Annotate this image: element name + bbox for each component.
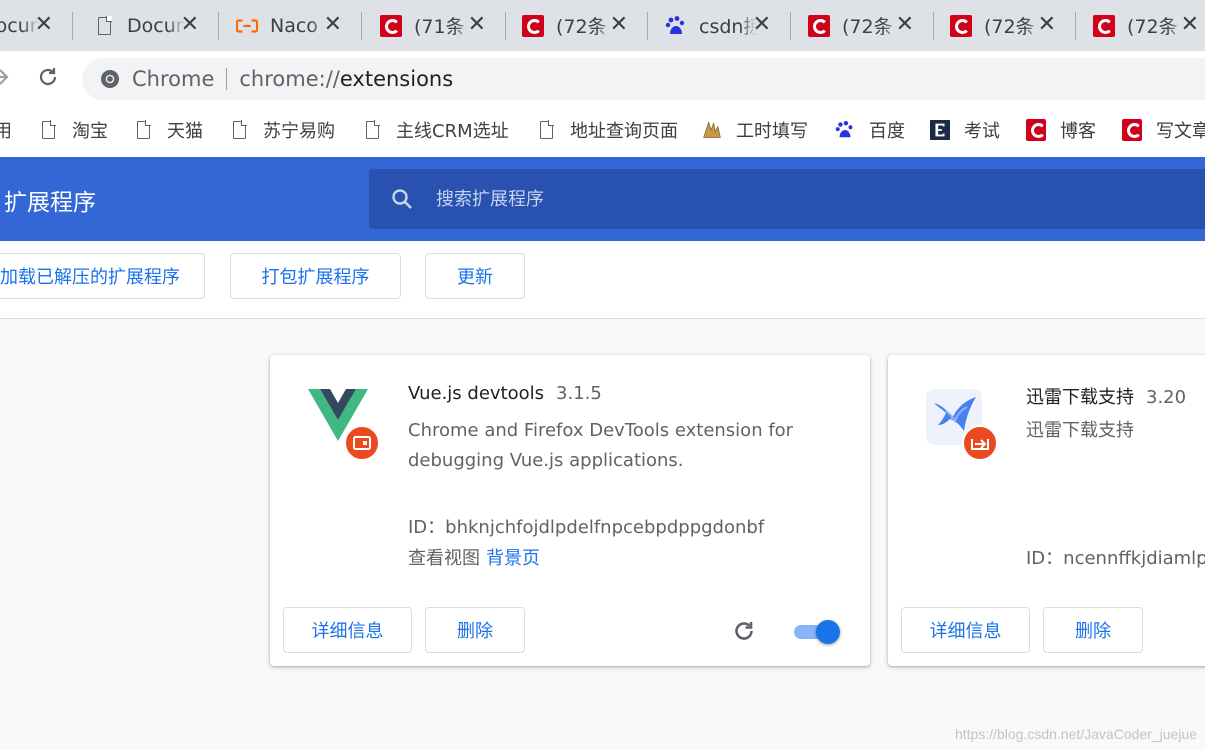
csdn-icon xyxy=(1093,14,1115,37)
tab-title: (72条 xyxy=(842,16,893,38)
document-icon xyxy=(38,119,58,141)
close-icon[interactable]: ✕ xyxy=(1181,13,1199,37)
extension-description: 迅雷下载支持 xyxy=(1026,420,1134,441)
watermark-text: https://blog.csdn.net/JavaCoder_juejue xyxy=(954,726,1197,742)
bookmarks-bar: 用 淘宝 天猫 苏宁易购 主线CRM选址 地址查询页面 工时填写 百度 考试 xyxy=(0,107,1205,158)
tab-title: (72条 xyxy=(984,16,1035,38)
extension-card: Vue.js devtools 3.1.5 Chrome and Firefox … xyxy=(270,355,870,666)
csdn-icon xyxy=(380,14,402,37)
bookmark-item[interactable]: 百度 xyxy=(835,107,905,153)
close-icon[interactable]: ✕ xyxy=(468,13,486,37)
tab-title: (72条 xyxy=(1127,16,1178,38)
enable-toggle[interactable] xyxy=(794,619,840,644)
browser-tab[interactable]: (72条 ✕ xyxy=(506,0,648,51)
extension-name: 迅雷下载支持 3.20 xyxy=(1026,387,1187,408)
details-button[interactable]: 详细信息 xyxy=(901,607,1030,653)
page-scheme-label: Chrome xyxy=(132,67,215,91)
extension-description: Chrome and Firefox DevTools extension fo… xyxy=(408,420,794,471)
tab-title: Docum xyxy=(0,14,39,37)
exam-icon xyxy=(930,119,950,141)
csdn-icon xyxy=(808,14,830,37)
remove-button[interactable]: 删除 xyxy=(1043,607,1143,653)
bookmark-item[interactable]: 主线CRM选址 xyxy=(362,107,509,153)
search-icon xyxy=(392,189,412,209)
close-icon[interactable]: ✕ xyxy=(35,13,53,37)
bookmark-item[interactable]: 苏宁易购 xyxy=(229,107,335,153)
browser-tab[interactable]: csdn掠 ✕ xyxy=(649,0,791,51)
bookmark-item[interactable]: 地址查询页面 xyxy=(536,107,678,153)
document-icon xyxy=(133,119,153,141)
browser-toolbar: Chrome chrome://extensions xyxy=(0,51,1205,107)
tab-strip: Docum ✕ Docum ✕ Naco ✕ (71条 ✕ (72条 ✕ csd… xyxy=(0,0,1205,51)
aliyun-icon xyxy=(236,15,258,37)
bookmark-item[interactable]: 写文章 xyxy=(1122,107,1205,153)
csdn-icon xyxy=(1026,119,1046,141)
tab-title: Docum xyxy=(127,14,185,37)
extension-id: ID：bhknjchfojdlpdelfnpcebpdppgdonbf xyxy=(408,517,765,538)
address-bar[interactable]: Chrome chrome://extensions xyxy=(82,58,1205,100)
timesheet-icon xyxy=(702,119,722,141)
page-title: 扩展程序 xyxy=(4,190,96,216)
inspect-views: 查看视图 背景页 xyxy=(408,548,540,569)
browser-tab[interactable]: (72条 ✕ xyxy=(934,0,1076,51)
csdn-icon xyxy=(950,14,972,37)
details-button[interactable]: 详细信息 xyxy=(283,607,412,653)
extensions-header: 扩展程序 xyxy=(0,157,1205,241)
extension-version: 3.1.5 xyxy=(556,383,602,404)
close-icon[interactable]: ✕ xyxy=(1038,13,1056,37)
tab-title: (72条 xyxy=(556,16,607,38)
close-icon[interactable]: ✕ xyxy=(896,13,914,37)
tab-title: csdn掠 xyxy=(699,16,757,38)
browser-tab[interactable]: (72条 ✕ xyxy=(792,0,934,51)
browser-tab[interactable]: Naco ✕ xyxy=(220,0,362,51)
tab-title: Naco xyxy=(270,14,318,37)
url-text[interactable]: chrome://extensions xyxy=(239,67,453,91)
baidu-icon xyxy=(665,15,687,37)
csdn-icon xyxy=(1122,119,1142,141)
chrome-icon xyxy=(101,70,119,88)
extension-card: 迅雷下载支持 3.20 迅雷下载支持 ID：ncennffkjdiamlp 详细信… xyxy=(888,355,1205,666)
document-icon xyxy=(362,119,382,141)
bookmark-item[interactable]: 工时填写 xyxy=(702,107,808,153)
developer-toolbar: 加载已解压的扩展程序 打包扩展程序 更新 xyxy=(0,241,1205,319)
devtools-badge-icon xyxy=(344,425,380,461)
close-icon[interactable]: ✕ xyxy=(324,13,342,37)
thunder-logo-icon xyxy=(926,389,998,461)
close-icon[interactable]: ✕ xyxy=(610,13,628,37)
browser-tab[interactable]: Docum ✕ xyxy=(0,0,73,51)
baidu-icon xyxy=(835,119,855,141)
load-unpacked-button[interactable]: 加载已解压的扩展程序 xyxy=(0,253,205,299)
background-page-link[interactable]: 背景页 xyxy=(486,548,540,569)
vue-logo-icon xyxy=(308,389,380,461)
reload-icon[interactable] xyxy=(32,61,64,93)
document-icon xyxy=(536,119,556,141)
bookmark-item[interactable]: 淘宝 xyxy=(38,107,108,153)
bookmark-item[interactable]: 用 xyxy=(0,107,12,153)
close-icon[interactable]: ✕ xyxy=(181,13,199,37)
export-badge-icon xyxy=(962,425,998,461)
forward-icon[interactable] xyxy=(0,61,16,93)
browser-tab[interactable]: (72条 ✕ xyxy=(1077,0,1205,51)
csdn-icon xyxy=(522,14,544,37)
tab-title: (71条 xyxy=(414,16,465,38)
bookmark-item[interactable]: 考试 xyxy=(930,107,1000,153)
bookmark-item[interactable]: 天猫 xyxy=(133,107,203,153)
update-button[interactable]: 更新 xyxy=(425,253,525,299)
document-icon xyxy=(229,119,249,141)
remove-button[interactable]: 删除 xyxy=(425,607,525,653)
document-icon xyxy=(93,15,115,37)
extension-version: 3.20 xyxy=(1146,387,1187,408)
browser-tab[interactable]: (71条 ✕ xyxy=(364,0,506,51)
pack-extension-button[interactable]: 打包扩展程序 xyxy=(230,253,401,299)
search-input[interactable] xyxy=(434,187,1038,211)
reload-extension-icon[interactable] xyxy=(730,617,758,645)
close-icon[interactable]: ✕ xyxy=(753,13,771,37)
extension-id: ID：ncennffkjdiamlp xyxy=(1026,548,1205,569)
extension-name: Vue.js devtools 3.1.5 xyxy=(408,383,602,404)
browser-tab[interactable]: Docum ✕ xyxy=(77,0,219,51)
search-bar[interactable] xyxy=(369,169,1205,229)
bookmark-item[interactable]: 博客 xyxy=(1026,107,1096,153)
